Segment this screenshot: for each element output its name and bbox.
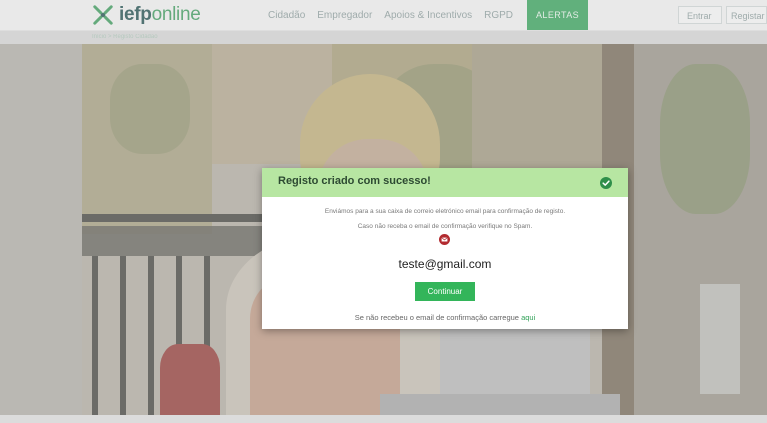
nav-item-cidadao[interactable]: Cidadão (268, 10, 305, 21)
site-header: iefponline Cidadão Empregador Apoios & I… (0, 0, 767, 31)
modal-message-spam: Caso não receba o email de confirmação v… (357, 223, 533, 230)
registered-email: teste@gmail.com (398, 257, 492, 271)
modal-title: Registo criado com sucesso! (278, 175, 431, 187)
nav-item-empregador[interactable]: Empregador (317, 10, 372, 21)
iefp-logo-icon (93, 5, 113, 25)
resend-text: Se não recebeu o email de confirmação ca… (354, 313, 519, 322)
main-nav: Cidadão Empregador Apoios & Incentivos R… (268, 0, 600, 30)
logo-text: iefponline (119, 3, 201, 27)
modal-header: Registo criado com sucesso! (262, 168, 628, 197)
login-button[interactable]: Entrar (678, 6, 722, 24)
site-logo[interactable]: iefponline (92, 3, 201, 27)
registration-success-modal: Registo criado com sucesso! Enviámos par… (262, 168, 628, 329)
logo-text-secondary: online (151, 4, 201, 25)
breadcrumb: Início > Registo Cidadão (92, 34, 158, 40)
nav-item-apoios[interactable]: Apoios & Incentivos (384, 10, 472, 21)
nav-item-alertas[interactable]: ALERTAS (527, 0, 589, 30)
envelope-icon (439, 234, 450, 245)
logo-text-primary: iefp (119, 4, 152, 25)
nav-item-rgpd[interactable]: RGPD (484, 10, 513, 21)
page: iefponline Cidadão Empregador Apoios & I… (0, 0, 767, 423)
page-bottom-strip (0, 415, 767, 423)
continue-button[interactable]: Continuar (415, 282, 475, 301)
check-circle-icon (600, 177, 612, 189)
register-button[interactable]: Registar (726, 6, 767, 24)
resend-link[interactable]: aqui (521, 313, 535, 322)
modal-message-sent: Enviámos para a sua caixa de correio ele… (324, 208, 566, 215)
modal-footer: Se não recebeu o email de confirmação ca… (262, 313, 628, 322)
